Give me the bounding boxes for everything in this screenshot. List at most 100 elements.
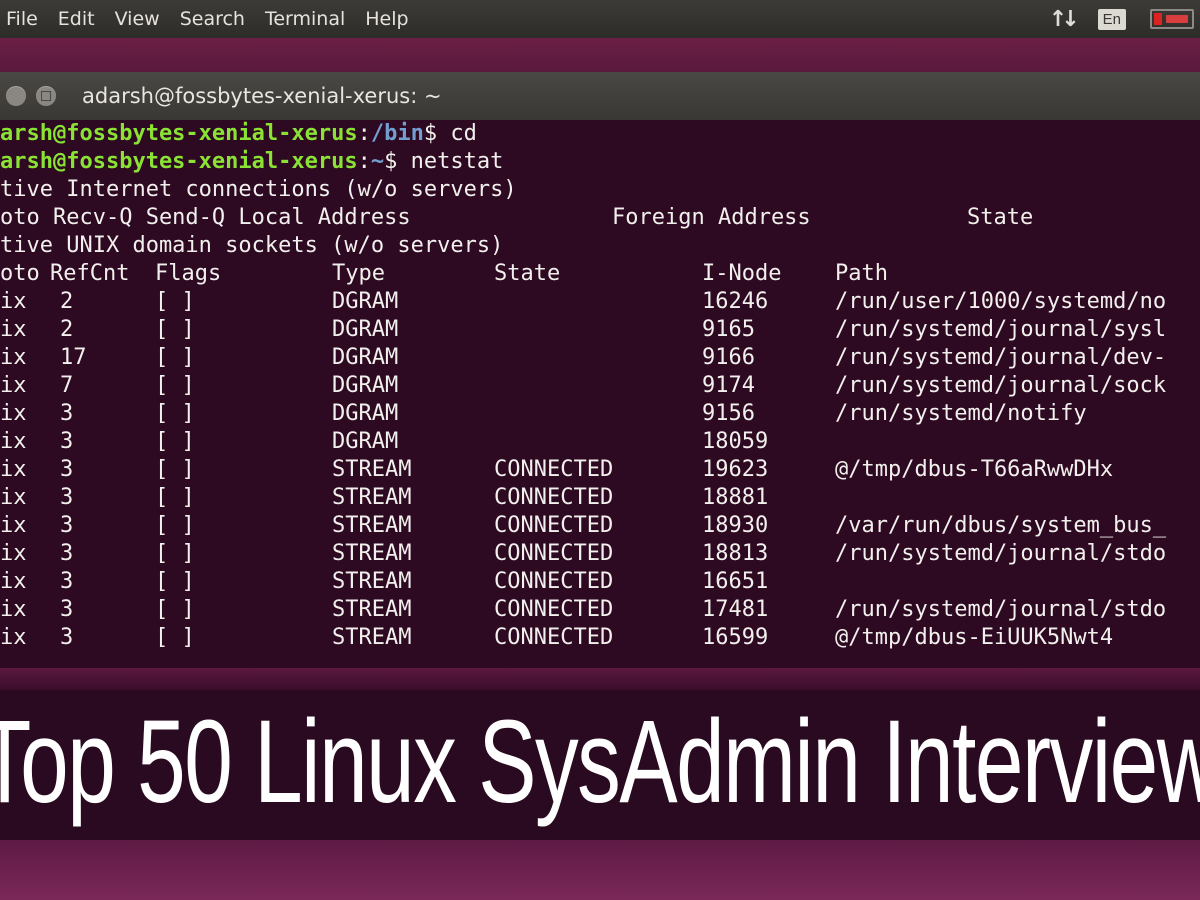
table-row: ix 3 [ ] STREAM CONNECTED 16651 [0,568,1200,596]
table-row: ix 3 [ ] DGRAM 18059 [0,428,1200,456]
cell-state: CONNECTED [494,597,614,622]
table-row: ix 3 [ ] STREAM CONNECTED 18881 [0,484,1200,512]
cell-refcnt: 3 [60,485,74,510]
cell-inode: 9156 [702,401,755,426]
unix-header-state: State [494,261,561,286]
bottom-background [0,840,1200,900]
prompt-separator: : [357,121,371,146]
cell-inode: 18059 [702,429,769,454]
cell-type: STREAM [332,569,412,594]
table-row: ix 3 [ ] STREAM CONNECTED 18930/var/run/dbus/… [0,512,1200,540]
cell-type: STREAM [332,597,412,622]
cell-state: CONNECTED [494,513,614,538]
cell-proto: ix [0,625,27,650]
battery-icon[interactable] [1150,9,1194,29]
cell-proto: ix [0,597,27,622]
cell-proto: ix [0,457,27,482]
cell-inode: 16246 [702,289,769,314]
cell-proto: ix [0,485,27,510]
system-tray: ↑↓ En [1049,0,1200,38]
network-arrows-icon[interactable]: ↑↓ [1049,7,1080,32]
prompt-command: $ netstat [384,149,504,174]
table-row: ix 17 [ ] DGRAM 9166/run/systemd/journal/dev… [0,344,1200,372]
cell-refcnt: 3 [60,513,74,538]
cell-type: STREAM [332,625,412,650]
cell-flags: [ ] [155,345,195,370]
unix-header-path: Path [835,261,888,286]
table-row: ix 3 [ ] STREAM CONNECTED 16599 @/tmp/dbus-EiU… [0,624,1200,652]
cell-refcnt: 3 [60,569,74,594]
cell-refcnt: 3 [60,401,74,426]
cell-state: CONNECTED [494,569,614,594]
maximize-window-icon[interactable] [36,86,56,106]
cell-flags: [ ] [155,289,195,314]
cell-type: DGRAM [332,373,399,398]
prompt-path: /bin [370,121,424,146]
cell-path: /run/systemd/notify [835,401,1087,426]
cell-inode: 16651 [702,569,769,594]
prompt-path: ~ [370,149,385,174]
cell-path: /run/systemd/journal/sysl [835,317,1167,342]
cell-proto: ix [0,289,27,314]
keyboard-language-indicator[interactable]: En [1097,8,1126,30]
prompt-user: arsh@fossbytes-xenial-xerus [0,121,358,146]
prompt-separator: : [357,149,371,174]
cell-state: CONNECTED [494,485,614,510]
cell-proto: ix [0,513,27,538]
window-title: adarsh@fossbytes-xenial-xerus: ~ [82,84,442,108]
prompt-line-2: arsh@fossbytes-xenial-xerus:~$ netstat [0,148,503,176]
banner-divider [0,668,1200,690]
cell-proto: ix [0,569,27,594]
cell-flags: [ ] [155,457,195,482]
cell-state: CONNECTED [494,541,614,566]
cell-refcnt: 3 [60,597,74,622]
cell-state: CONNECTED [494,625,614,650]
cell-path: /run/systemd/journal/sock [835,373,1167,398]
menu-edit[interactable]: Edit [48,8,105,30]
table-row: ix 2 [ ] DGRAM 16246/run/user/1000/systemd/n… [0,288,1200,316]
cell-proto: ix [0,401,27,426]
inet-header-state: State [967,205,1034,230]
cell-inode: 9165 [702,317,755,342]
cell-flags: [ ] [155,597,195,622]
cell-refcnt: 3 [60,457,74,482]
terminal-titlebar[interactable]: adarsh@fossbytes-xenial-xerus: ~ [0,72,1200,120]
table-row: ix 3 [ ] STREAM CONNECTED 17481/run/systemd/j… [0,596,1200,624]
terminal-output[interactable]: arsh@fossbytes-xenial-xerus:/bin$ cd ars… [0,120,1200,668]
cell-type: DGRAM [332,429,399,454]
cell-inode: 9174 [702,373,755,398]
cell-type: DGRAM [332,345,399,370]
menu-view[interactable]: View [105,8,170,30]
unix-header-inode: I-Node [702,261,782,286]
cell-flags: [ ] [155,625,195,650]
menu-help[interactable]: Help [355,8,418,30]
cell-proto: ix [0,541,27,566]
cell-flags: [ ] [155,373,195,398]
cell-path: /run/systemd/journal/stdo [835,541,1167,566]
cell-flags: [ ] [155,429,195,454]
table-row: ix 3 [ ] STREAM CONNECTED 19623 @/tmp/dbus-T66… [0,456,1200,484]
cell-refcnt: 3 [60,429,74,454]
menu-terminal[interactable]: Terminal [255,8,355,30]
cell-proto: ix [0,345,27,370]
cell-refcnt: 2 [60,289,74,314]
menu-file[interactable]: File [0,8,48,30]
cell-inode: 16599 [702,625,769,650]
close-window-icon[interactable] [6,86,26,106]
cell-type: DGRAM [332,289,399,314]
menu-search[interactable]: Search [170,8,255,30]
inet-header-foreign: Foreign Address [612,205,811,230]
cell-proto: ix [0,317,27,342]
desktop-background [0,38,1200,72]
table-row: ix 3 [ ] STREAM CONNECTED 18813/run/systemd/j… [0,540,1200,568]
unix-header-flags: Flags [155,261,222,286]
cell-refcnt: 3 [60,625,74,650]
cell-refcnt: 17 [60,345,87,370]
headline-text: Top 50 Linux SysAdmin Interview Ques [0,696,1200,828]
cell-proto: ix [0,373,27,398]
unix-header-refcnt: RefCnt [50,261,130,286]
cell-flags: [ ] [155,485,195,510]
cell-refcnt: 7 [60,373,74,398]
cell-refcnt: 3 [60,541,74,566]
app-menubar: File Edit View Search Terminal Help ↑↓ E… [0,0,1200,38]
